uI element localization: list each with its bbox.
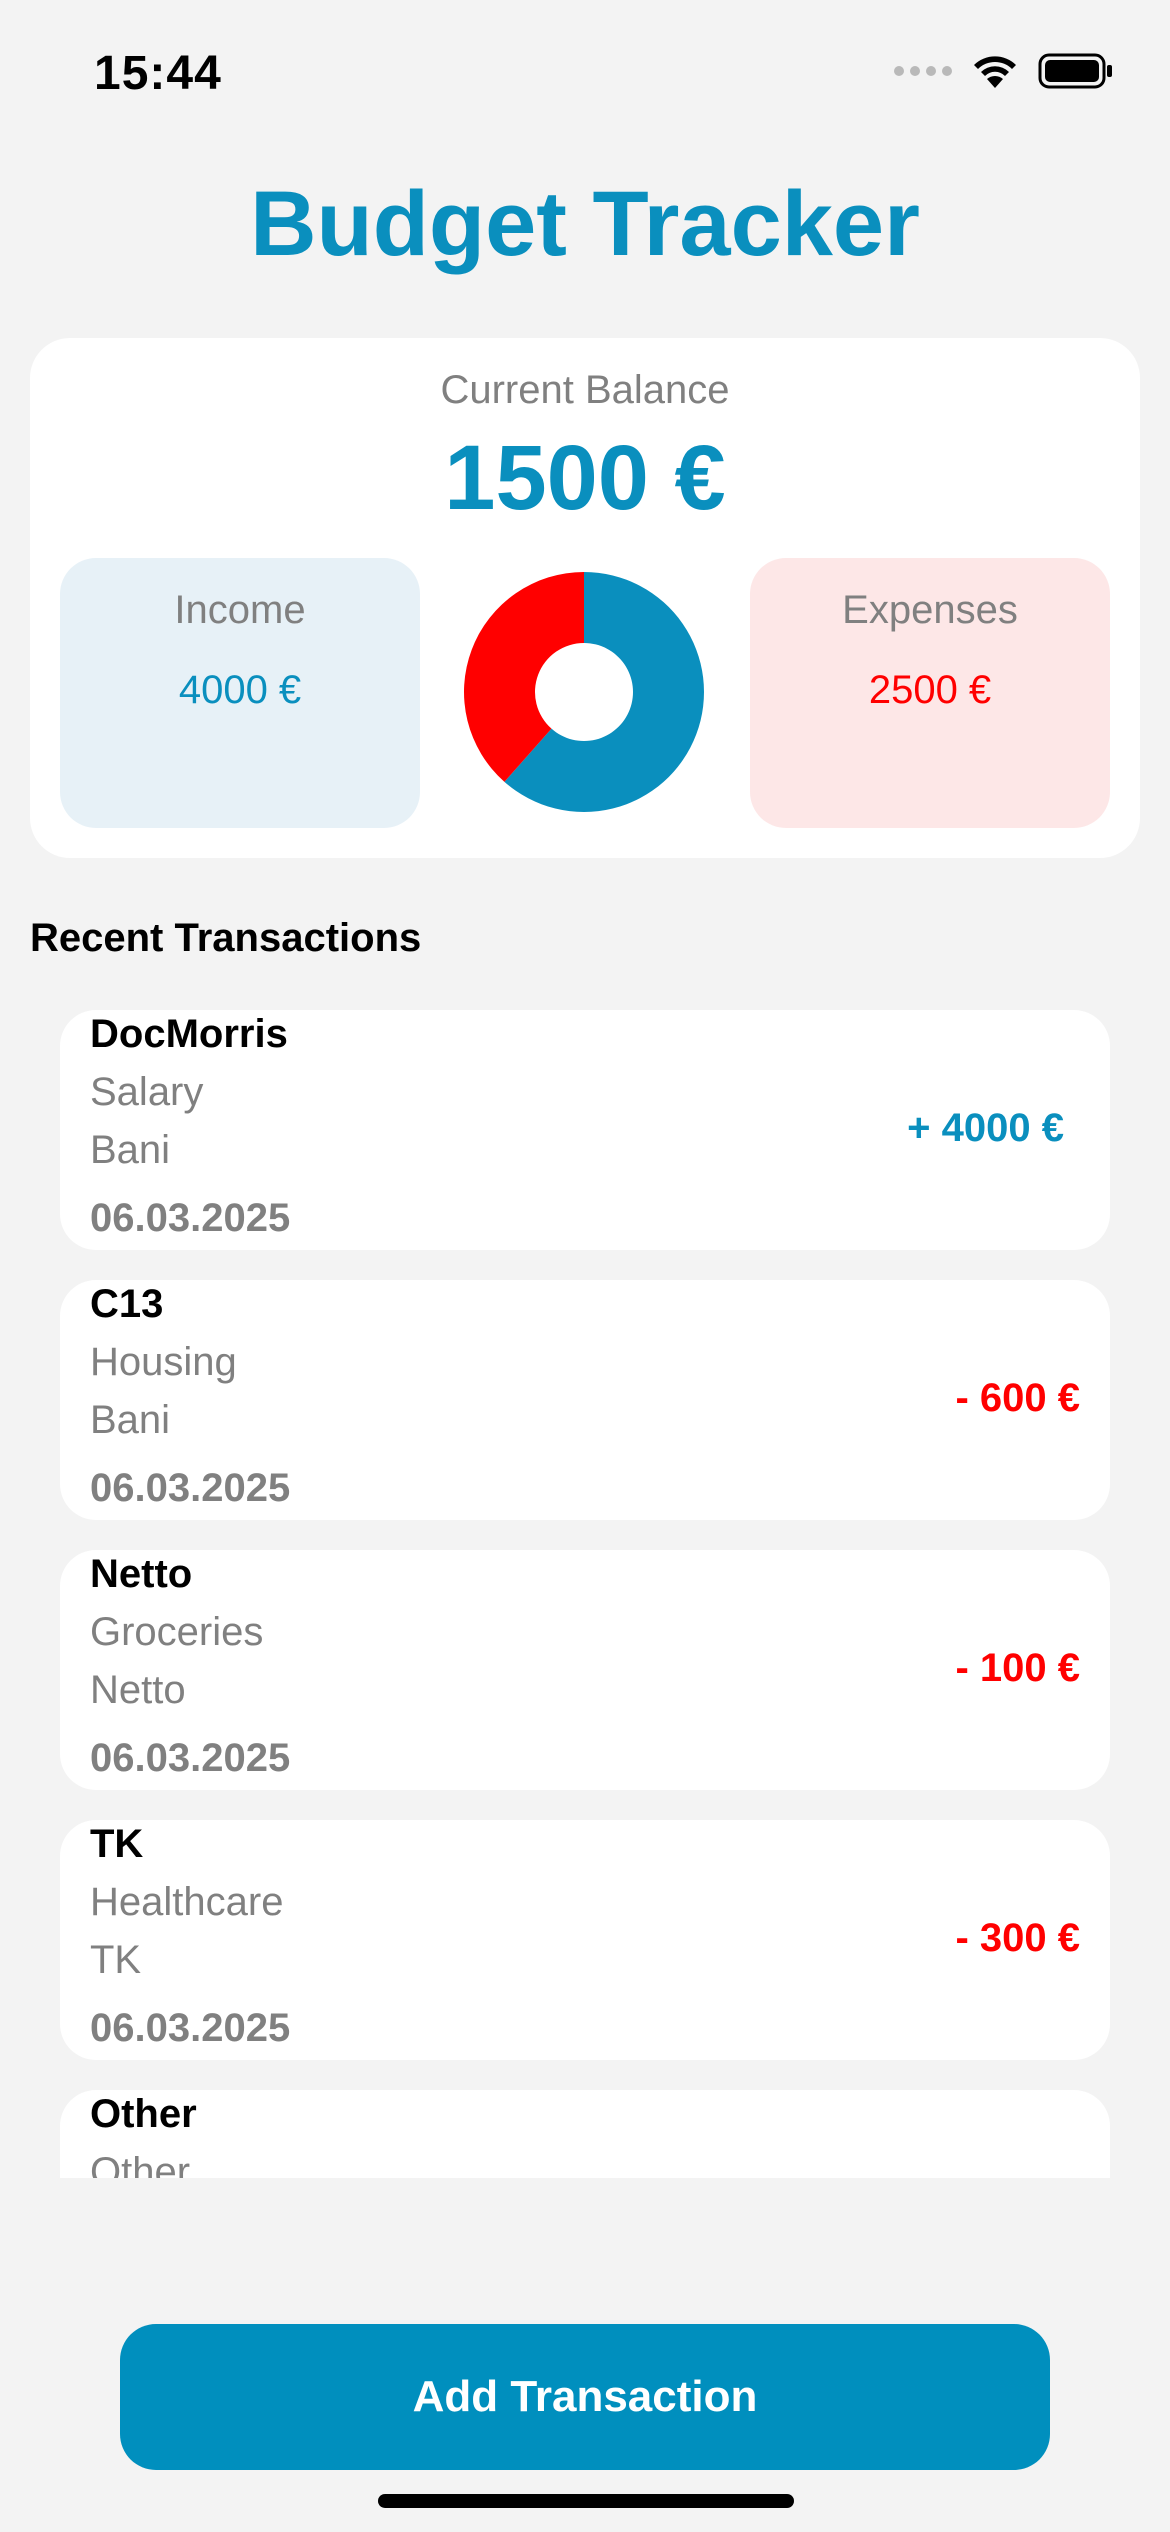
balance-card: Current Balance 1500 € Income 4000 € Exp… xyxy=(30,338,1140,858)
transaction-date: 06.03.2025 xyxy=(90,1466,291,1510)
balance-value: 1500 € xyxy=(444,427,726,529)
transaction-payee: TK xyxy=(90,1938,142,1982)
add-transaction-button[interactable]: Add Transaction xyxy=(120,2324,1050,2470)
transaction-amount: - 600 € xyxy=(955,1376,1080,1420)
income-value: 4000 € xyxy=(178,668,302,712)
transaction-category: Housing xyxy=(90,1340,237,1384)
transaction-date: 06.03.2025 xyxy=(90,1196,291,1240)
income-box: Income 4000 € xyxy=(60,558,420,828)
transaction-name: Other xyxy=(90,2092,197,2136)
income-expense-donut-chart xyxy=(464,572,704,812)
expenses-value: 2500 € xyxy=(868,668,992,712)
income-label: Income xyxy=(174,588,306,632)
transaction-payee: Netto xyxy=(90,1668,186,1712)
cellular-signal-icon xyxy=(894,66,952,76)
transaction-category: Salary xyxy=(90,1070,204,1114)
transaction-row[interactable]: Netto Groceries Netto 06.03.2025 - 100 € xyxy=(60,1550,1110,1790)
balance-label: Current Balance xyxy=(440,368,730,412)
transaction-amount: - 300 € xyxy=(955,1916,1080,1960)
recent-transactions-title: Recent Transactions xyxy=(30,916,422,960)
home-indicator xyxy=(378,2494,794,2508)
transaction-payee: Bani xyxy=(90,1398,171,1442)
transaction-category: Groceries xyxy=(90,1610,264,1654)
expenses-label: Expenses xyxy=(842,588,1018,632)
transaction-name: C13 xyxy=(90,1282,164,1326)
transaction-date: 06.03.2025 xyxy=(90,1736,291,1780)
expenses-box: Expenses 2500 € xyxy=(750,558,1110,828)
transaction-row[interactable]: DocMorris Salary Bani 06.03.2025 + 4000 … xyxy=(60,1010,1110,1250)
status-bar: 15:44 xyxy=(0,0,1170,150)
transaction-category: Other xyxy=(90,2150,191,2178)
transaction-row[interactable]: C13 Housing Bani 06.03.2025 - 600 € xyxy=(60,1280,1110,1520)
page-title: Budget Tracker xyxy=(250,173,920,275)
transaction-date: 06.03.2025 xyxy=(90,2006,291,2050)
transaction-amount: + 4000 € xyxy=(907,1106,1064,1150)
transaction-row[interactable]: Other Other xyxy=(60,2090,1110,2178)
transaction-list: DocMorris Salary Bani 06.03.2025 + 4000 … xyxy=(60,1010,1110,2178)
status-icons xyxy=(894,52,1114,90)
transaction-payee: Bani xyxy=(90,1128,171,1172)
battery-icon xyxy=(1038,53,1112,89)
transaction-name: DocMorris xyxy=(90,1012,288,1056)
transaction-category: Healthcare xyxy=(90,1880,284,1924)
transaction-row[interactable]: TK Healthcare TK 06.03.2025 - 300 € xyxy=(60,1820,1110,2060)
transaction-amount: - 100 € xyxy=(955,1646,1080,1690)
transactions-scroll-view[interactable]: DocMorris Salary Bani 06.03.2025 + 4000 … xyxy=(0,1010,1170,2178)
transaction-name: TK xyxy=(90,1822,144,1866)
transaction-name: Netto xyxy=(90,1552,193,1596)
status-time: 15:44 xyxy=(94,47,222,100)
wifi-icon xyxy=(974,56,1016,88)
